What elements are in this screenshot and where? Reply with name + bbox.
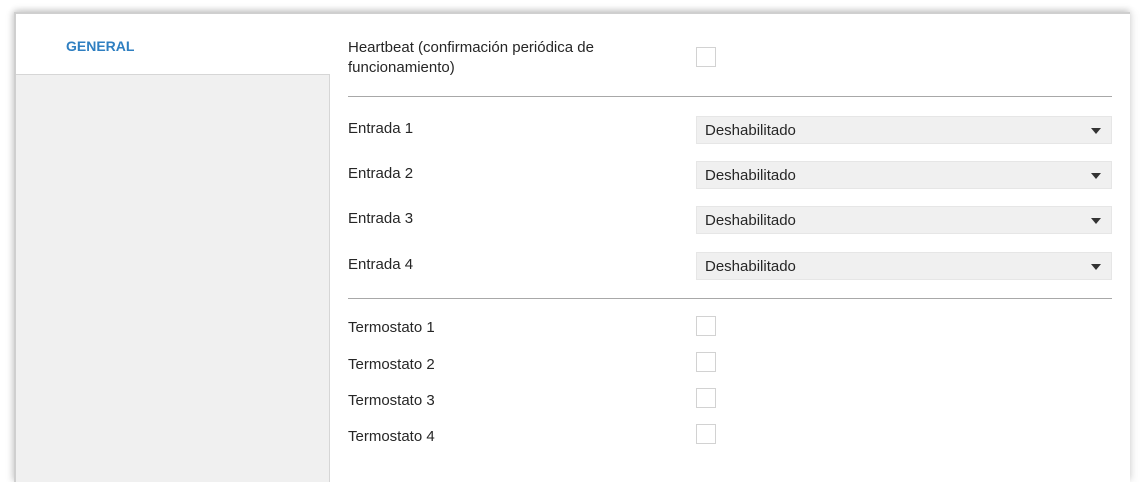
sidebar-empty-area bbox=[16, 74, 330, 482]
entrada-3-select[interactable]: Deshabilitado bbox=[696, 206, 1112, 234]
entrada-4-select[interactable]: Deshabilitado bbox=[696, 252, 1112, 280]
sidebar: GENERAL bbox=[16, 14, 330, 482]
entrada-2-label: Entrada 2 bbox=[348, 165, 414, 182]
termostato-1-checkbox[interactable] bbox=[696, 316, 716, 336]
heartbeat-label-line2: funcionamiento) bbox=[348, 59, 455, 76]
parameters-window: GENERAL Heartbeat (confirmación periódic… bbox=[14, 12, 1130, 482]
entrada-4-label: Entrada 4 bbox=[348, 256, 414, 273]
termostato-3-checkbox[interactable] bbox=[696, 388, 716, 408]
termostato-4-label: Termostato 4 bbox=[348, 428, 435, 445]
chevron-down-icon bbox=[1091, 218, 1101, 224]
entrada-3-value: Deshabilitado bbox=[705, 212, 796, 229]
chevron-down-icon bbox=[1091, 264, 1101, 270]
sidebar-item-general[interactable]: GENERAL bbox=[16, 14, 330, 74]
termostato-2-label: Termostato 2 bbox=[348, 356, 435, 373]
heartbeat-label-line1: Heartbeat (confirmación periódica de bbox=[348, 39, 594, 56]
entrada-2-select[interactable]: Deshabilitado bbox=[696, 161, 1112, 189]
termostato-3-label: Termostato 3 bbox=[348, 392, 435, 409]
entrada-4-value: Deshabilitado bbox=[705, 258, 796, 275]
entrada-1-select[interactable]: Deshabilitado bbox=[696, 116, 1112, 144]
heartbeat-label: Heartbeat (confirmación periódica de fun… bbox=[348, 38, 594, 78]
entrada-3-label: Entrada 3 bbox=[348, 210, 414, 227]
chevron-down-icon bbox=[1091, 128, 1101, 134]
divider bbox=[348, 298, 1112, 299]
heartbeat-checkbox[interactable] bbox=[696, 47, 716, 67]
termostato-2-checkbox[interactable] bbox=[696, 352, 716, 372]
chevron-down-icon bbox=[1091, 173, 1101, 179]
entrada-1-label: Entrada 1 bbox=[348, 120, 414, 137]
entrada-1-value: Deshabilitado bbox=[705, 122, 796, 139]
parameters-panel: Heartbeat (confirmación periódica de fun… bbox=[330, 14, 1130, 482]
termostato-4-checkbox[interactable] bbox=[696, 424, 716, 444]
divider bbox=[348, 96, 1112, 97]
sidebar-item-label: GENERAL bbox=[66, 38, 135, 54]
termostato-1-label: Termostato 1 bbox=[348, 319, 435, 336]
entrada-2-value: Deshabilitado bbox=[705, 167, 796, 184]
